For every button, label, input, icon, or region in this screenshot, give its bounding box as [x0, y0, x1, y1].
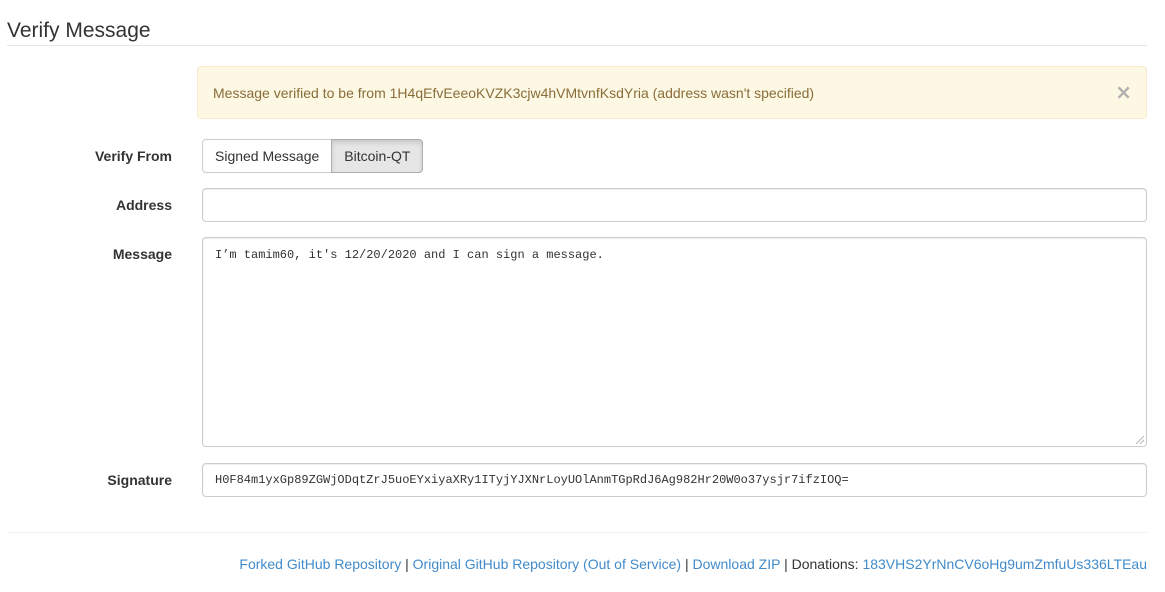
- donations-address-link[interactable]: 183VHS2YrNnCV6oHg9umZmfuUs336LTEau: [862, 556, 1147, 572]
- verify-from-toggle: Signed Message Bitcoin-QT: [202, 139, 424, 173]
- footer-divider: [7, 532, 1147, 533]
- signature-field[interactable]: H0F84m1yxGp89ZGWjODqtZrJ5uoEYxiyaXRy1ITy…: [202, 463, 1147, 497]
- forked-repo-link[interactable]: Forked GitHub Repository: [239, 556, 401, 572]
- address-field[interactable]: [202, 188, 1147, 222]
- verification-alert: Message verified to be from 1H4qEfvEeeoK…: [197, 66, 1147, 119]
- footer-separator: |: [405, 556, 409, 572]
- resize-handle-icon[interactable]: [1136, 436, 1144, 444]
- title-divider: [7, 45, 1147, 46]
- donations-label: Donations:: [791, 556, 859, 572]
- download-zip-link[interactable]: Download ZIP: [693, 556, 781, 572]
- signed-message-button[interactable]: Signed Message: [202, 139, 333, 173]
- verify-from-label: Verify From: [94, 148, 172, 164]
- footer-separator: |: [784, 556, 788, 572]
- message-label: Message: [112, 246, 172, 262]
- bitcoin-qt-button[interactable]: Bitcoin-QT: [331, 139, 424, 173]
- alert-message: Message verified to be from 1H4qEfvEeeoK…: [213, 84, 815, 101]
- footer: Forked GitHub Repository | Original GitH…: [239, 555, 1147, 573]
- message-textarea[interactable]: I’m tamim60, it's 12/20/2020 and I can s…: [202, 237, 1147, 447]
- footer-separator: |: [684, 556, 689, 572]
- signature-label: Signature: [107, 472, 172, 488]
- page-title: Verify Message: [7, 19, 151, 42]
- message-text: I’m tamim60, it's 12/20/2020 and I can s…: [215, 248, 604, 262]
- verify-message-page: Verify Message Message verified to be fr…: [0, 0, 1165, 592]
- close-icon[interactable]: ×: [1115, 82, 1132, 102]
- address-label: Address: [115, 197, 172, 213]
- original-repo-link[interactable]: Original GitHub Repository (Out of Servi…: [413, 556, 681, 572]
